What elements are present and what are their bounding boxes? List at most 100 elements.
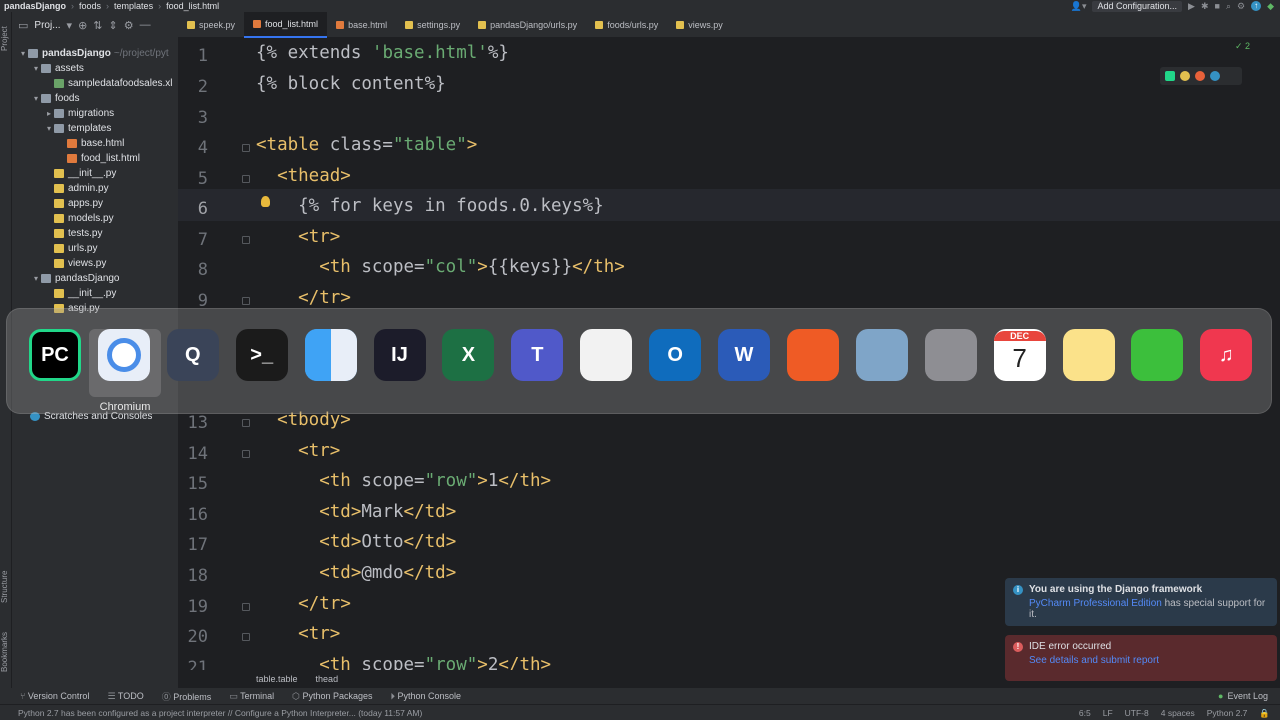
code-line[interactable]: <table class="table"> <box>256 135 477 155</box>
run-icon[interactable]: ▶ <box>1188 1 1195 12</box>
tree-node-html[interactable]: food_list.html <box>12 151 178 166</box>
dock-app-textedit-icon[interactable] <box>580 329 633 381</box>
project-tool-button[interactable]: Project <box>0 14 12 64</box>
tree-node-folder[interactable]: ▾ foods <box>12 91 178 106</box>
code-line[interactable]: {% block content%} <box>256 74 446 94</box>
pycharm-preview-icon[interactable] <box>1165 71 1175 81</box>
code-line[interactable]: <tr> <box>256 624 340 644</box>
fold-marker-icon[interactable] <box>242 175 250 183</box>
caret-position[interactable]: 6:5 <box>1079 708 1091 718</box>
dock-app-quicktime-icon[interactable]: Q <box>166 329 219 381</box>
breadcrumb-templates[interactable]: templates <box>114 1 153 11</box>
dock-app-system-preferences-icon[interactable] <box>924 329 977 381</box>
bookmarks-tool-button[interactable]: Bookmarks <box>0 622 12 682</box>
code-line[interactable]: <tr> <box>256 441 340 461</box>
stop-icon[interactable]: ■ <box>1215 1 1220 11</box>
project-panel-title[interactable]: Proj... <box>34 20 60 31</box>
minimize-icon[interactable]: — <box>140 19 151 31</box>
fold-marker-icon[interactable] <box>242 297 250 305</box>
dock-app-pycharm-icon[interactable]: PC <box>29 329 81 381</box>
tree-node-folder[interactable]: ▾ templates <box>12 121 178 136</box>
code-line[interactable]: <td>Otto</td> <box>256 532 456 552</box>
chrome-preview-icon[interactable] <box>1180 71 1190 81</box>
breadcrumb-project[interactable]: pandasDjango <box>4 1 66 11</box>
tree-node-py[interactable]: views.py <box>12 256 178 271</box>
code-line[interactable]: <th scope="col">{{keys}}</th> <box>256 257 625 277</box>
code-line[interactable]: {% extends 'base.html'%} <box>256 43 509 63</box>
editor-tab[interactable]: food_list.html <box>244 11 328 38</box>
code-line[interactable]: <tr> <box>256 227 340 247</box>
chevron-down-icon[interactable]: ▾ <box>31 94 41 103</box>
settings-icon[interactable]: ⚙ <box>1237 1 1245 12</box>
chevron-down-icon[interactable]: ▾ <box>18 49 28 58</box>
add-configuration-button[interactable]: Add Configuration... <box>1092 0 1183 12</box>
fold-marker-icon[interactable] <box>242 144 250 152</box>
fold-marker-icon[interactable] <box>242 633 250 641</box>
editor-tab[interactable]: speek.py <box>178 12 244 38</box>
dock-app-terminal-icon[interactable]: >_ <box>235 329 288 381</box>
update-icon[interactable]: ↑ <box>1251 1 1262 11</box>
safari-preview-icon[interactable] <box>1210 71 1220 81</box>
status-message[interactable]: Python 2.7 has been configured as a proj… <box>18 708 422 718</box>
tree-node-py[interactable]: __init__.py <box>12 286 178 301</box>
bottom-tool-python-console[interactable]: ⏵ Python Console <box>391 691 462 702</box>
tree-node-folder[interactable]: ▾ assets <box>12 61 178 76</box>
expand-all-icon[interactable]: ⇕ <box>109 19 118 32</box>
code-line[interactable]: </tr> <box>256 288 351 308</box>
debug-icon[interactable]: ✱ <box>1201 1 1209 12</box>
interpreter-selector[interactable]: Python 2.7 <box>1207 708 1248 718</box>
dock-app-calendar-icon[interactable]: DEC 7 <box>993 329 1046 381</box>
code-line[interactable]: <th scope="row">2</th> <box>256 655 551 670</box>
bottom-tool-version-control[interactable]: ⑂ Version Control <box>20 691 89 701</box>
file-encoding[interactable]: UTF-8 <box>1125 708 1149 718</box>
tree-node-folder[interactable]: ▾ pandasDjango ~/project/pyt <box>12 46 178 61</box>
code-line[interactable]: {% for keys in foods.0.keys%} <box>256 196 604 216</box>
bottom-tool-terminal[interactable]: ▭ Terminal <box>229 691 274 702</box>
chevron-down-icon[interactable]: ▾ <box>67 19 73 32</box>
code-line[interactable]: <td>Mark</td> <box>256 502 456 522</box>
editor-tab[interactable]: foods/urls.py <box>586 12 667 38</box>
dock-app-numbers-icon[interactable] <box>1131 329 1184 381</box>
dock-app-music-icon[interactable]: ♫ <box>1200 329 1253 381</box>
dock-app-finder-icon[interactable] <box>304 329 357 381</box>
dock-app-teams-icon[interactable]: T <box>511 329 564 381</box>
editor-tab[interactable]: pandasDjango/urls.py <box>469 12 586 38</box>
bottom-tool-problems[interactable]: ⓪ Problems <box>162 690 212 703</box>
chevron-down-icon[interactable]: ▾ <box>31 64 41 73</box>
code-line[interactable]: <th scope="row">1</th> <box>256 471 551 491</box>
editor-tab[interactable]: settings.py <box>396 12 469 38</box>
lock-icon[interactable]: 🔒 <box>1259 708 1270 719</box>
chevron-down-icon[interactable]: ▾ <box>31 274 41 283</box>
tree-node-py[interactable]: apps.py <box>12 196 178 211</box>
editor-tab[interactable]: base.html <box>327 12 396 38</box>
tree-node-html[interactable]: base.html <box>12 136 178 151</box>
tree-node-py[interactable]: admin.py <box>12 181 178 196</box>
structure-tool-button[interactable]: Structure <box>0 562 12 612</box>
user-icon[interactable]: 👤▾ <box>1071 1 1087 12</box>
code-line[interactable]: <td>@mdo</td> <box>256 563 456 583</box>
breadcrumb-file[interactable]: food_list.html <box>166 1 219 11</box>
submit-report-link[interactable]: See details and submit report <box>1029 655 1159 666</box>
dock-app-intellij-icon[interactable]: IJ <box>373 329 426 381</box>
breadcrumb-foods[interactable]: foods <box>79 1 101 11</box>
editor-breadcrumb-thead[interactable]: thead <box>316 674 339 684</box>
tree-node-py[interactable]: tests.py <box>12 226 178 241</box>
dock-app-outlook-icon[interactable]: O <box>649 329 702 381</box>
plugin-icon[interactable]: ◆ <box>1267 1 1274 12</box>
chevron-down-icon[interactable]: ▾ <box>44 124 54 133</box>
fold-marker-icon[interactable] <box>242 236 250 244</box>
dock-app-excel-icon[interactable]: X <box>442 329 495 381</box>
fold-marker-icon[interactable] <box>242 603 250 611</box>
search-icon[interactable]: ⌕ <box>1226 1 1231 12</box>
editor-tab[interactable]: views.py <box>667 12 732 38</box>
tree-node-folder[interactable]: ▸ migrations <box>12 106 178 121</box>
editor-breadcrumb-table[interactable]: table.table <box>256 674 298 684</box>
chevron-right-icon[interactable]: ▸ <box>44 109 54 118</box>
collapse-all-icon[interactable]: ⇅ <box>93 19 102 32</box>
tree-node-py[interactable]: models.py <box>12 211 178 226</box>
tree-node-xl[interactable]: sampledatafoodsales.xl <box>12 76 178 91</box>
code-line[interactable]: </tr> <box>256 594 351 614</box>
inspection-widget[interactable]: ✓ 2 <box>1235 41 1250 52</box>
dock-app-notes-icon[interactable] <box>1062 329 1115 381</box>
dock-app-chromium-icon[interactable] <box>97 329 150 381</box>
